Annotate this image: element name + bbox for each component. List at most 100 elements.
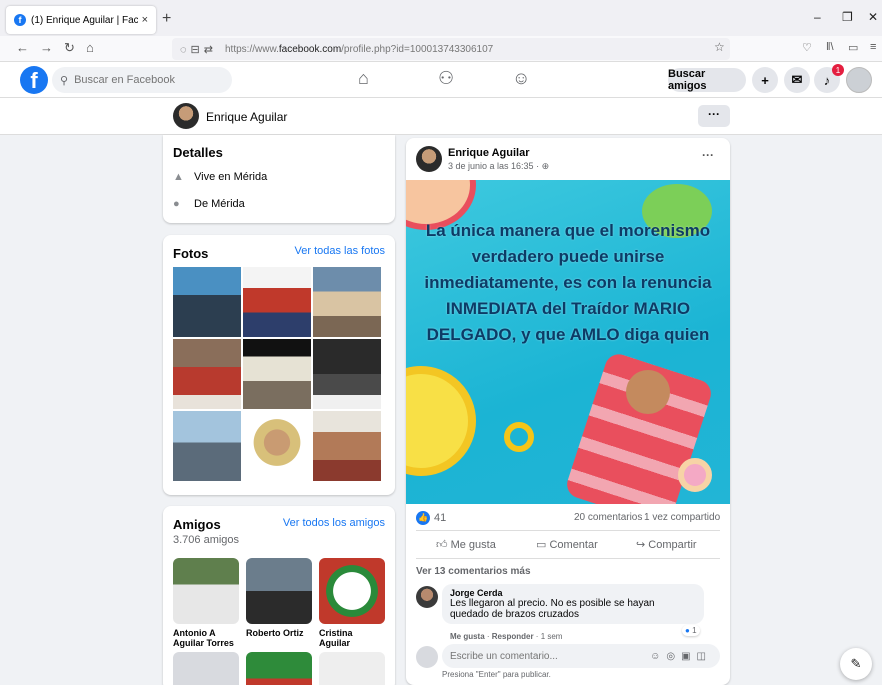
messenger-icon[interactable]: ✉ bbox=[784, 67, 810, 93]
profile-avatar[interactable] bbox=[173, 103, 199, 129]
friend-name[interactable]: Roberto Ortiz bbox=[246, 628, 312, 652]
like-button[interactable]: 👍︎ Me gusta bbox=[436, 538, 496, 551]
browser-nav-bar: ← → ↻ ⌂ ◌⊟⇄ https://www. facebook.com/pro… bbox=[0, 36, 882, 62]
comment-reactions-count: 1 bbox=[692, 626, 697, 635]
photo-thumbnail[interactable] bbox=[243, 339, 311, 409]
photo-thumbnail[interactable] bbox=[313, 267, 381, 337]
photo-thumbnail[interactable] bbox=[173, 411, 241, 481]
library-icon[interactable]: ‖\ bbox=[826, 41, 834, 53]
comment-like-link[interactable]: Me gusta bbox=[450, 632, 485, 641]
comment-input[interactable] bbox=[450, 650, 651, 662]
photos-card: Fotos Ver todas las fotos bbox=[163, 235, 395, 495]
home-nav-icon[interactable]: ⌂ bbox=[358, 68, 369, 89]
friend-name[interactable]: Cristina Aguilar bbox=[319, 628, 385, 652]
groups-nav-icon[interactable]: ☺ bbox=[512, 68, 530, 89]
donut-float-shape bbox=[678, 458, 712, 492]
friend-photo[interactable] bbox=[246, 558, 312, 624]
post-card: Enrique Aguilar 3 de junio a las 16:35 ·… bbox=[406, 138, 730, 685]
friend-photo[interactable] bbox=[173, 652, 239, 685]
post-menu-button[interactable]: ··· bbox=[702, 148, 714, 162]
photo-thumbnail[interactable] bbox=[173, 339, 241, 409]
lemon-float-shape bbox=[406, 366, 476, 476]
compose-icon: ✎ bbox=[850, 656, 862, 671]
menu-icon[interactable]: ≡ bbox=[870, 41, 876, 53]
share-button[interactable]: ↪ Compartir bbox=[636, 538, 697, 551]
photo-thumbnail[interactable] bbox=[243, 267, 311, 337]
photo-thumbnail[interactable] bbox=[243, 411, 311, 481]
post-meta: 3 de junio a las 16:35 · ⊕ bbox=[448, 161, 549, 172]
comment-label: Comentar bbox=[549, 539, 598, 551]
comment-reply-link[interactable]: Responder bbox=[492, 632, 534, 641]
browser-tab-bar: f (1) Enrique Aguilar | Facebook × + – ❐… bbox=[0, 0, 882, 36]
from-city[interactable]: Mérida bbox=[211, 198, 245, 210]
friend-photo[interactable] bbox=[319, 558, 385, 624]
reload-icon[interactable]: ↻ bbox=[64, 40, 75, 56]
comment-tools-icons[interactable]: ☺◎▣◫ bbox=[650, 651, 712, 662]
friends-title: Amigos bbox=[173, 517, 221, 532]
friends-nav-icon[interactable]: ⚇ bbox=[438, 68, 454, 89]
close-tab-icon[interactable]: × bbox=[142, 14, 148, 26]
comment-author[interactable]: Jorge Cerda bbox=[450, 588, 696, 598]
close-window-icon[interactable]: ✕ bbox=[868, 10, 878, 24]
comment-bubble-icon: ▭ bbox=[536, 539, 547, 551]
search-box[interactable]: ⚲ bbox=[52, 67, 232, 93]
home-icon[interactable]: ⌂ bbox=[86, 40, 94, 55]
commenter-avatar[interactable] bbox=[416, 586, 438, 608]
friend-item[interactable]: Antonio A Aguilar Torres bbox=[173, 558, 239, 652]
post-image[interactable]: La única manera que el morenismo verdade… bbox=[406, 180, 730, 504]
more-comments-link[interactable]: Ver 13 comentarios más bbox=[416, 566, 531, 577]
shares-count[interactable]: 1 vez compartido bbox=[644, 512, 720, 523]
create-icon[interactable]: + bbox=[752, 67, 778, 93]
url-bar[interactable]: ◌⊟⇄ https://www. facebook.com/profile.php… bbox=[172, 38, 730, 60]
friend-item[interactable]: Roberto Ortiz bbox=[246, 558, 312, 652]
like-reaction-icon: ● bbox=[685, 626, 690, 635]
friend-photo[interactable] bbox=[319, 652, 385, 685]
friend-item[interactable] bbox=[173, 652, 239, 685]
comment-time[interactable]: 1 sem bbox=[541, 632, 563, 641]
comment-input-box[interactable]: ☺◎▣◫ bbox=[442, 644, 720, 668]
browser-tab[interactable]: f (1) Enrique Aguilar | Facebook × bbox=[6, 6, 156, 34]
friend-photo[interactable] bbox=[246, 652, 312, 685]
reactions-count[interactable]: 41 bbox=[434, 512, 446, 524]
restore-icon[interactable]: ❐ bbox=[842, 10, 853, 24]
post-author-avatar[interactable] bbox=[416, 146, 442, 172]
thumbs-up-icon: 👍︎ bbox=[436, 539, 448, 551]
back-icon[interactable]: ← bbox=[16, 40, 29, 55]
like-reaction-icon: 👍 bbox=[416, 511, 430, 525]
new-tab-button[interactable]: + bbox=[162, 10, 171, 28]
profile-name[interactable]: Enrique Aguilar bbox=[206, 110, 287, 124]
new-message-button[interactable]: ✎ bbox=[840, 648, 872, 680]
comment-actions: Me gusta · Responder · 1 sem bbox=[450, 632, 563, 641]
friend-photo[interactable] bbox=[173, 558, 239, 624]
post-author[interactable]: Enrique Aguilar bbox=[448, 147, 530, 159]
forward-icon[interactable]: → bbox=[40, 40, 53, 55]
photo-thumbnail[interactable] bbox=[173, 267, 241, 337]
see-all-photos-link[interactable]: Ver todas las fotos bbox=[295, 245, 386, 257]
sidebar-icon[interactable]: ▭ bbox=[848, 41, 858, 54]
divider bbox=[416, 530, 720, 531]
friend-item[interactable] bbox=[319, 652, 385, 685]
facebook-logo-icon[interactable]: f bbox=[20, 66, 48, 94]
profile-more-button[interactable]: ··· bbox=[698, 105, 730, 127]
comment-reactions: ● 1 bbox=[682, 625, 700, 636]
search-icon: ⚲ bbox=[60, 74, 69, 87]
account-avatar[interactable] bbox=[846, 67, 872, 93]
photo-thumbnail[interactable] bbox=[313, 411, 381, 481]
see-all-friends-link[interactable]: Ver todos los amigos bbox=[283, 517, 385, 529]
friend-item[interactable] bbox=[246, 652, 312, 685]
friends-count: 3.706 amigos bbox=[173, 534, 240, 546]
url-host: facebook.com bbox=[278, 43, 342, 55]
my-avatar bbox=[416, 646, 438, 668]
post-date[interactable]: 3 de junio a las 16:35 · bbox=[448, 161, 542, 171]
comments-count[interactable]: 20 comentarios bbox=[574, 512, 642, 523]
comment-button[interactable]: ▭ Comentar bbox=[536, 538, 598, 551]
bookmark-star-icon[interactable]: ☆ bbox=[714, 40, 725, 54]
find-friends-button[interactable]: Buscar amigos bbox=[668, 68, 746, 92]
friend-name[interactable]: Antonio A Aguilar Torres bbox=[173, 628, 239, 652]
lives-in-city[interactable]: Mérida bbox=[234, 171, 268, 183]
minimize-icon[interactable]: – bbox=[814, 10, 821, 24]
friend-item[interactable]: Cristina Aguilar bbox=[319, 558, 385, 652]
pocket-icon[interactable]: ♡ bbox=[802, 41, 812, 54]
search-input[interactable] bbox=[74, 74, 215, 86]
photo-thumbnail[interactable] bbox=[313, 339, 381, 409]
